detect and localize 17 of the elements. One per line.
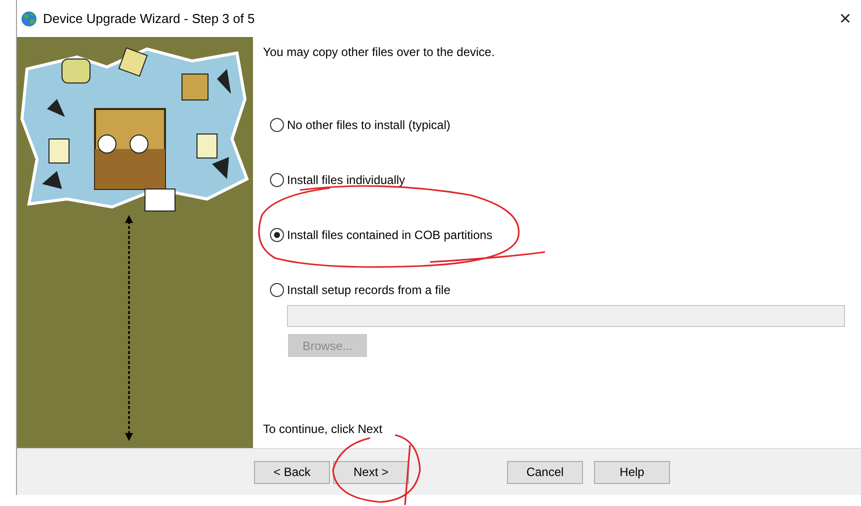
radio-button[interactable] — [270, 173, 284, 187]
wizard-button[interactable]: < Back — [254, 460, 330, 484]
wizard-button[interactable]: Cancel — [507, 460, 583, 484]
globe-icon — [21, 10, 37, 26]
close-icon[interactable]: × — [839, 8, 851, 28]
radio-button[interactable] — [270, 283, 284, 297]
instruction-text: You may copy other files over to the device. — [263, 45, 496, 61]
radio-button[interactable] — [270, 228, 284, 242]
continue-hint: To continue, click Next — [263, 422, 384, 436]
wizard-button[interactable]: Next > — [333, 460, 409, 484]
radio-option[interactable]: Install setup records from a file — [263, 280, 450, 300]
radio-option[interactable]: No other files to install (typical) — [263, 115, 450, 135]
radio-option[interactable]: Install files individually — [263, 170, 406, 190]
wizard-button[interactable]: Help — [594, 460, 670, 484]
radio-option[interactable]: Install files contained in COB partitions — [263, 225, 492, 245]
radio-button[interactable] — [270, 118, 284, 132]
window-title: Device Upgrade Wizard - Step 3 of 5 — [43, 11, 255, 26]
